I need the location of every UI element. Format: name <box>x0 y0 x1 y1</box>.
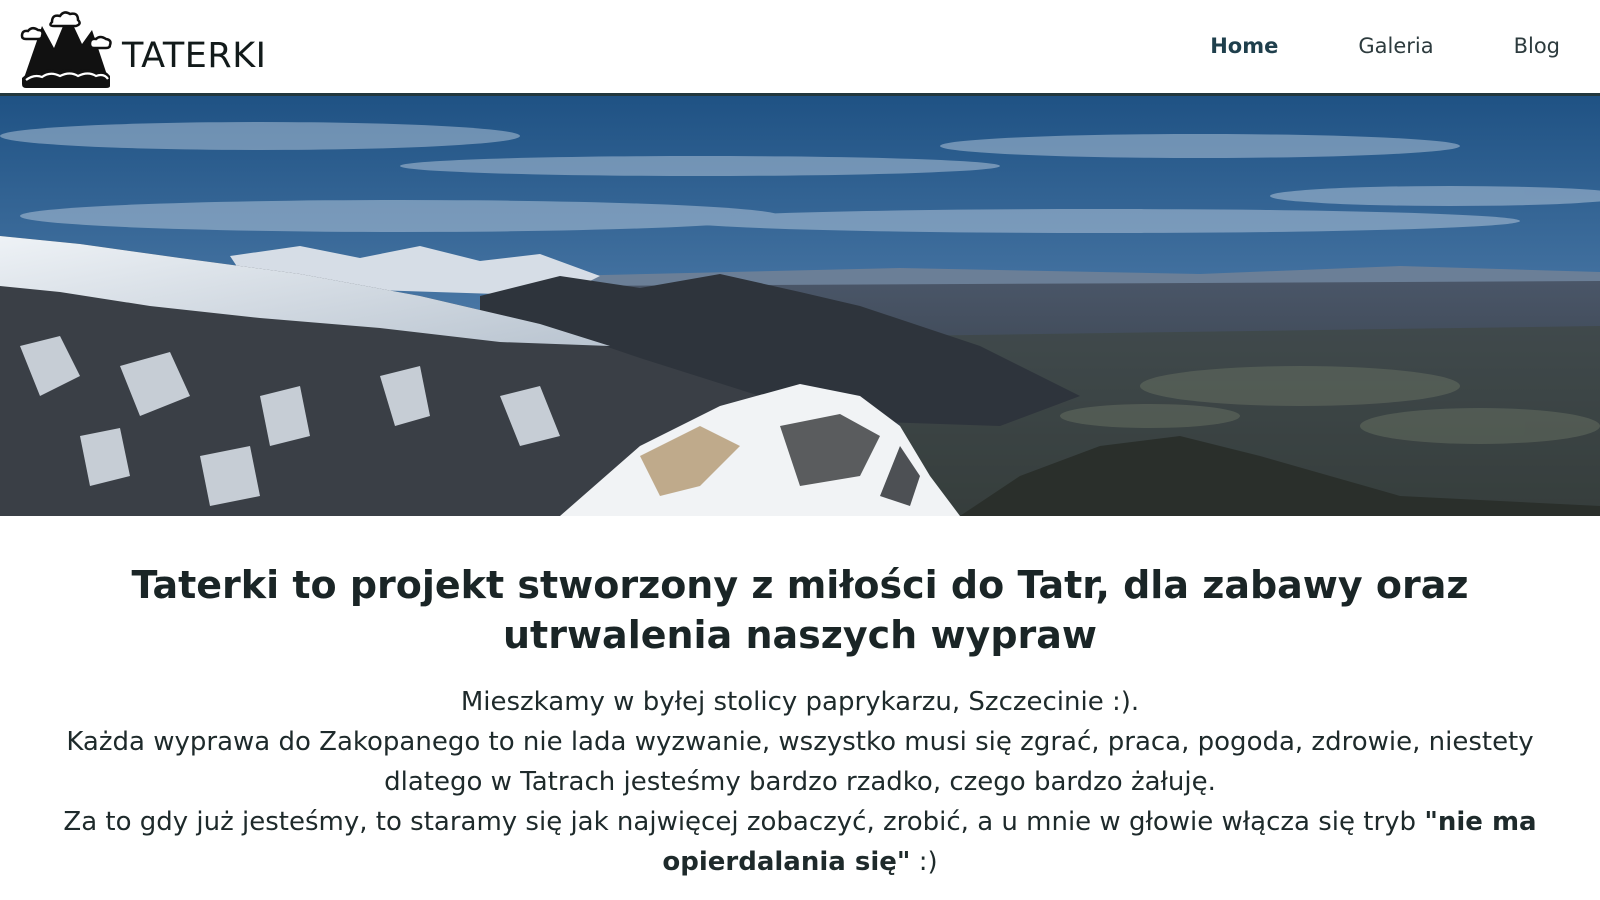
mountain-panorama-illustration <box>0 96 1600 516</box>
intro-text: Mieszkamy w byłej stolicy paprykarzu, Sz… <box>20 682 1580 882</box>
hero-image <box>0 96 1600 516</box>
logo-link[interactable]: TATERKI <box>20 8 266 90</box>
main-nav: Home Galeria Blog <box>1210 34 1560 58</box>
nav-item-galeria[interactable]: Galeria <box>1358 34 1433 58</box>
brand-name: TATERKI <box>122 36 267 76</box>
mountains-clouds-icon <box>20 11 112 88</box>
nav-item-blog[interactable]: Blog <box>1514 34 1560 58</box>
nav-item-home[interactable]: Home <box>1210 34 1278 58</box>
intro-section: Taterki to projekt stworzony z miłości d… <box>0 560 1600 882</box>
intro-paragraph-3-start: Za to gdy już jesteśmy, to staramy się j… <box>63 807 1425 837</box>
intro-paragraph-1: Mieszkamy w byłej stolicy paprykarzu, Sz… <box>460 687 1140 717</box>
page-headline: Taterki to projekt stworzony z miłości d… <box>131 563 1469 657</box>
intro-paragraph-3: Za to gdy już jesteśmy, to staramy się j… <box>20 802 1580 882</box>
site-header: TATERKI Home Galeria Blog <box>0 0 1600 96</box>
intro-paragraph-3-end: :) <box>910 847 938 877</box>
intro-paragraph-2: Każda wyprawa do Zakopanego to nie lada … <box>66 727 1534 797</box>
